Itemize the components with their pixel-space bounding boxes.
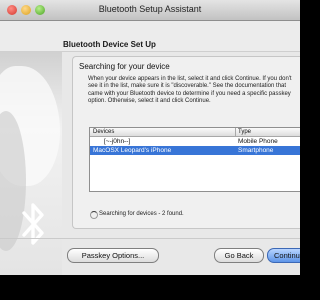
divider [0, 238, 300, 239]
table-header: Devices Type [90, 128, 300, 137]
passkey-options-button[interactable]: Passkey Options... [67, 248, 159, 263]
spinner-icon [90, 211, 98, 219]
window-title: Bluetooth Setup Assistant [98, 4, 202, 14]
column-divider[interactable] [235, 128, 236, 136]
device-name: [~-j0hn--] [104, 138, 131, 145]
search-status: Searching for devices - 2 found. [99, 211, 184, 217]
instructions-text: When your device appears in the list, se… [88, 76, 292, 105]
panel-title: Searching for your device [79, 62, 170, 71]
setup-assistant-window: Bluetooth Setup Assistant Bluetooth Devi… [0, 0, 300, 275]
column-header-type[interactable]: Type [238, 128, 251, 136]
device-name: MacOSX Leopard's iPhone [93, 147, 172, 154]
sidebar-artwork [0, 51, 62, 275]
go-back-button[interactable]: Go Back [214, 248, 264, 263]
device-type: Mobile Phone [238, 138, 278, 145]
device-list[interactable]: Devices Type [~-j0hn--] Mobile Phone Mac… [89, 127, 300, 192]
continue-button[interactable]: Continue [267, 248, 300, 263]
title-bar[interactable]: Bluetooth Setup Assistant [0, 0, 300, 21]
column-header-devices[interactable]: Devices [93, 128, 114, 136]
bluetooth-icon [22, 203, 44, 245]
page-heading: Bluetooth Device Set Up [63, 40, 156, 49]
device-type: Smartphone [238, 147, 274, 154]
table-row-selected[interactable]: MacOSX Leopard's iPhone Smartphone [90, 146, 300, 155]
table-row[interactable]: [~-j0hn--] Mobile Phone [90, 137, 300, 146]
